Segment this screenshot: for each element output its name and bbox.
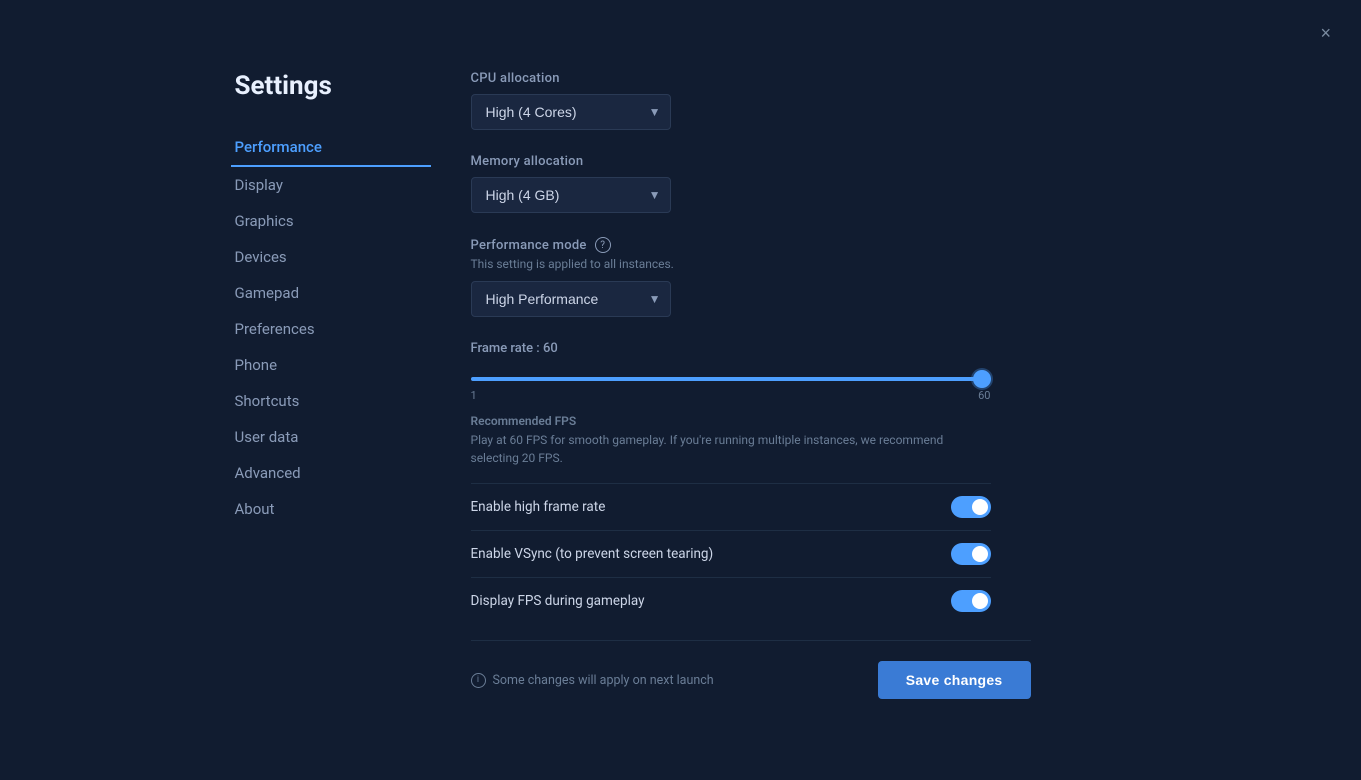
performance-mode-hint: This setting is applied to all instances… [471,257,1091,271]
performance-mode-select[interactable]: Power Saving Balanced High Performance [471,281,671,317]
memory-dropdown-wrapper: Low (1 GB) Medium (2 GB) High (4 GB) Ver… [471,177,671,213]
sidebar-item-about[interactable]: About [231,491,431,527]
settings-title: Settings [231,71,431,101]
footer-note-text: Some changes will apply on next launch [493,673,714,688]
cpu-allocation-select[interactable]: Low (1 Core) Medium (2 Cores) High (4 Co… [471,94,671,130]
performance-mode-help-icon[interactable]: ? [595,237,611,253]
frame-rate-label: Frame rate : 60 [471,341,1091,356]
toggle-row-fps-display: Display FPS during gameplay [471,577,991,624]
sidebar-item-shortcuts[interactable]: Shortcuts [231,383,431,419]
recommended-fps-title: Recommended FPS [471,414,991,428]
memory-allocation-select[interactable]: Low (1 GB) Medium (2 GB) High (4 GB) Ver… [471,177,671,213]
cpu-dropdown-wrapper: Low (1 Core) Medium (2 Cores) High (4 Co… [471,94,671,130]
footer: i Some changes will apply on next launch… [471,640,1031,699]
info-icon: i [471,673,486,688]
recommended-fps-block: Recommended FPS Play at 60 FPS for smoot… [471,414,991,467]
performance-mode-dropdown-wrapper: Power Saving Balanced High Performance ▼ [471,281,671,317]
recommended-fps-description: Play at 60 FPS for smooth gameplay. If y… [471,431,991,467]
modal-overlay: × Settings Performance Display Graphics … [0,0,1361,780]
footer-note: i Some changes will apply on next launch [471,673,714,688]
save-changes-button[interactable]: Save changes [878,661,1031,699]
performance-mode-header: Performance mode ? [471,237,1091,253]
slider-minmax: 1 60 [471,389,991,402]
sidebar-item-display[interactable]: Display [231,167,431,203]
sidebar-item-devices[interactable]: Devices [231,239,431,275]
frame-rate-slider-container [471,366,991,385]
slider-min-label: 1 [471,389,477,402]
sidebar-item-user-data[interactable]: User data [231,419,431,455]
toggle-row-vsync: Enable VSync (to prevent screen tearing) [471,530,991,577]
close-button[interactable]: × [1314,20,1337,46]
toggle-row-high-frame-rate: Enable high frame rate [471,483,991,530]
toggle-high-frame-rate[interactable] [951,496,991,518]
sidebar-item-performance[interactable]: Performance [231,129,431,167]
sidebar: Settings Performance Display Graphics De… [231,61,431,719]
sidebar-item-advanced[interactable]: Advanced [231,455,431,491]
settings-container: Settings Performance Display Graphics De… [231,61,1131,719]
memory-allocation-label: Memory allocation [471,154,1091,169]
slider-max-label: 60 [978,389,990,402]
toggle-vsync[interactable] [951,543,991,565]
sidebar-item-gamepad[interactable]: Gamepad [231,275,431,311]
toggle-fps-display[interactable] [951,590,991,612]
frame-rate-slider[interactable] [471,377,991,381]
cpu-allocation-label: CPU allocation [471,71,1091,86]
sidebar-item-graphics[interactable]: Graphics [231,203,431,239]
toggle-high-frame-rate-label: Enable high frame rate [471,499,606,515]
performance-mode-label: Performance mode [471,238,587,253]
toggle-fps-display-label: Display FPS during gameplay [471,593,645,609]
sidebar-item-preferences[interactable]: Preferences [231,311,431,347]
main-content: CPU allocation Low (1 Core) Medium (2 Co… [431,61,1131,719]
toggle-vsync-label: Enable VSync (to prevent screen tearing) [471,546,714,562]
sidebar-item-phone[interactable]: Phone [231,347,431,383]
